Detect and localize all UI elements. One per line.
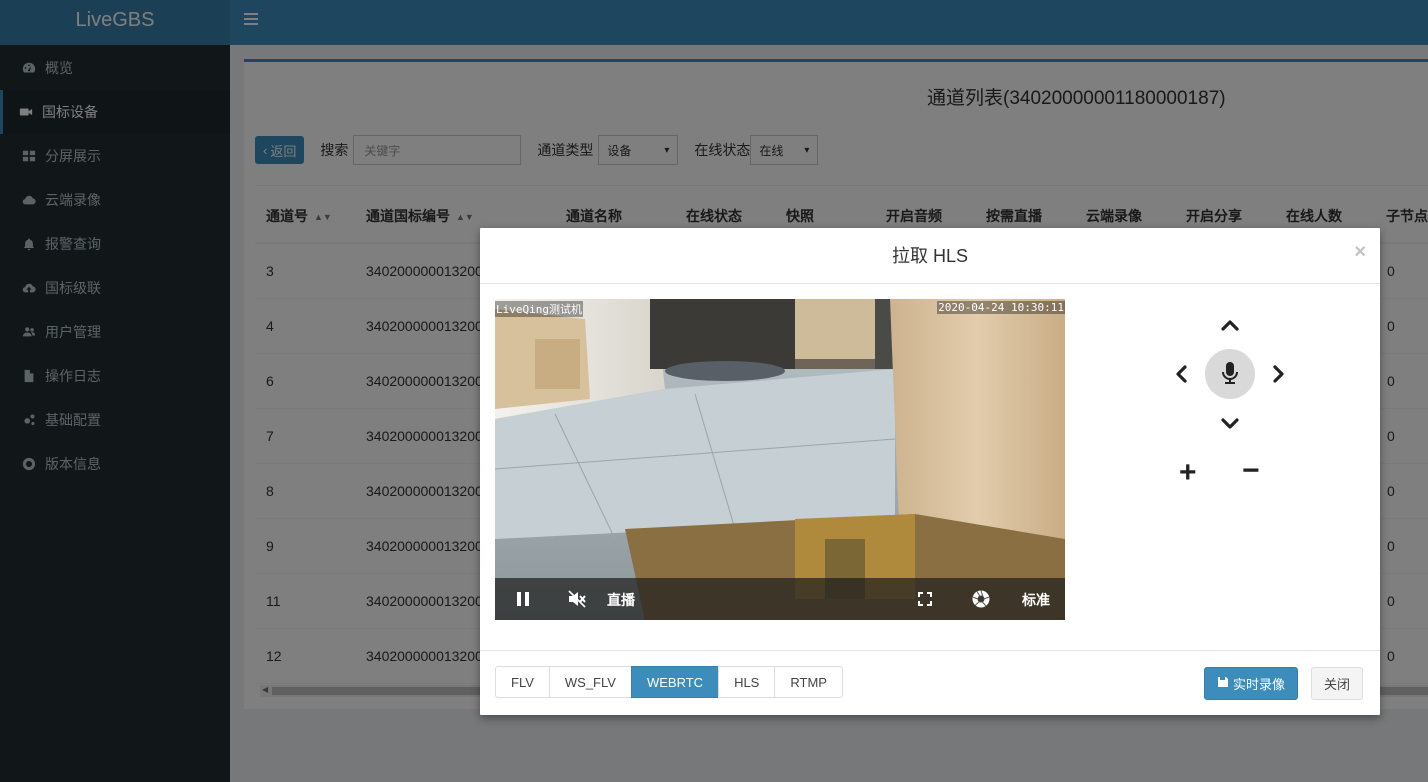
realtime-record-label: 实时录像	[1233, 677, 1286, 692]
live-label: 直播	[607, 592, 635, 608]
save-icon	[1217, 676, 1229, 691]
protocol-hls-button[interactable]: HLS	[718, 666, 776, 698]
microphone-icon	[1220, 361, 1240, 388]
modal-title: 拉取 HLS	[891, 246, 969, 266]
close-icon[interactable]: ×	[1354, 242, 1366, 262]
chevron-left-icon[interactable]	[1170, 363, 1192, 385]
protocol-button-group: FLV WS_FLV WEBRTC HLS RTMP	[495, 666, 843, 698]
video-player[interactable]: LiveQing测试机 2020-04-24 10:30:11 直播 标准	[495, 299, 1065, 620]
chevron-up-icon[interactable]	[1219, 314, 1241, 336]
modal-header: 拉取 HLS ×	[480, 228, 1380, 284]
protocol-flv-button[interactable]: FLV	[495, 666, 550, 698]
stream-player-modal: 拉取 HLS × LiveQing测试机 2020-04-24 10:30:11…	[480, 228, 1380, 715]
video-frame	[495, 299, 1065, 620]
ptz-control: + −	[1170, 314, 1290, 494]
zoom-in-icon[interactable]: +	[1179, 458, 1197, 488]
chevron-down-icon[interactable]	[1219, 413, 1241, 435]
fullscreen-icon[interactable]	[915, 589, 935, 612]
protocol-webrtc-button[interactable]: WEBRTC	[630, 666, 720, 698]
snapshot-icon[interactable]	[971, 589, 991, 612]
zoom-out-icon[interactable]: −	[1242, 456, 1260, 486]
osd-camera-name: LiveQing测试机	[495, 301, 583, 317]
protocol-ws-flv-button[interactable]: WS_FLV	[548, 666, 632, 698]
player-control-bar: 直播 标准	[495, 578, 1065, 620]
protocol-rtmp-button[interactable]: RTMP	[774, 666, 843, 698]
osd-timestamp: 2020-04-24 10:30:11	[937, 301, 1065, 314]
close-button[interactable]: 关闭	[1311, 667, 1364, 700]
quality-selector[interactable]: 标准	[1022, 590, 1050, 610]
mute-icon[interactable]	[567, 589, 587, 612]
realtime-record-button[interactable]: 实时录像	[1204, 667, 1299, 700]
pause-icon[interactable]	[513, 589, 533, 612]
modal-footer: FLV WS_FLV WEBRTC HLS RTMP 实时录像 关闭	[480, 650, 1380, 715]
chevron-right-icon[interactable]	[1268, 363, 1290, 385]
microphone-button[interactable]	[1205, 349, 1255, 399]
